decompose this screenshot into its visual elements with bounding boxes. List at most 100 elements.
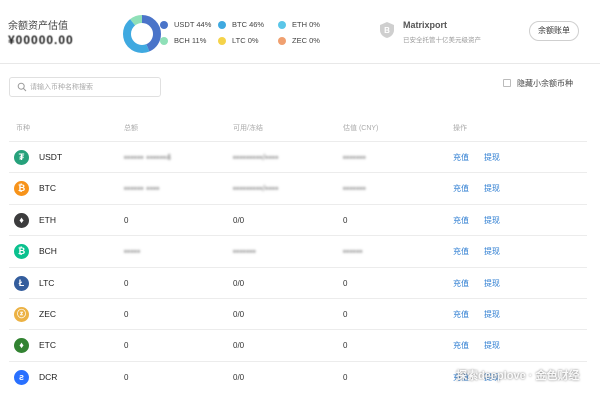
coin-name: ETH <box>39 214 56 225</box>
search-icon <box>17 82 27 92</box>
legend-dot <box>218 20 226 29</box>
legend-dot <box>160 36 168 45</box>
coin-glyph: ₿ <box>17 183 26 194</box>
total-value: 0 <box>124 372 129 382</box>
withdraw-link[interactable]: 提现 <box>484 340 500 351</box>
withdraw-link[interactable]: 提现 <box>484 246 500 257</box>
column-header-total: 总额 <box>124 125 138 132</box>
legend-item-btc: BTC 46% <box>218 20 264 29</box>
valuation-value: 0 <box>343 310 348 319</box>
legend-dot <box>278 36 286 45</box>
balance-value: ¥00000.00 <box>8 33 74 47</box>
withdraw-link[interactable]: 提现 <box>484 183 500 194</box>
coin-name: BCH <box>39 246 57 257</box>
custodian-name: Matrixport <box>403 20 448 30</box>
valuation-value: 0 <box>343 341 348 351</box>
decred-icon: ƨ <box>14 369 29 385</box>
coin-glyph: ⓩ <box>16 309 26 319</box>
zcash-icon: ⓩ <box>14 307 29 322</box>
withdraw-link[interactable]: 提现 <box>484 152 500 163</box>
allocation-donut-chart <box>123 15 161 53</box>
litecoin-icon: Ł <box>14 275 29 291</box>
column-header-action: 操作 <box>453 125 467 132</box>
deposit-link[interactable]: 充值 <box>453 340 469 351</box>
header-divider <box>0 63 600 64</box>
column-header-available-frozen: 可用/冻结 <box>233 125 263 132</box>
matrixport-shield-icon: B <box>380 22 394 38</box>
hide-small-balance-checkbox[interactable] <box>503 79 511 87</box>
coin-name: ZEC <box>39 309 56 319</box>
coin-glyph: ƨ <box>18 371 24 382</box>
available-frozen-value: •••••••••/•••• <box>233 184 279 194</box>
legend-item-usdt: USDT 44% <box>160 20 211 29</box>
total-value: 0 <box>124 341 129 351</box>
withdraw-link[interactable]: 提现 <box>484 309 500 320</box>
coin-glyph: ♦ <box>19 214 24 225</box>
valuation-value: ••••••• <box>343 153 367 162</box>
ethereum-classic-icon: ♦ <box>14 338 29 354</box>
deposit-link[interactable]: 充值 <box>453 278 469 289</box>
coin-name: BTC <box>39 183 56 194</box>
legend-item-eth: ETH 0% <box>278 20 320 29</box>
column-header-coin: 币种 <box>16 125 30 132</box>
watermark: 探索deeplove · 金色财经 <box>456 370 580 382</box>
deposit-link[interactable]: 充值 <box>453 183 469 194</box>
total-value: 0 <box>124 215 129 225</box>
tether-icon: ₮ <box>14 150 29 165</box>
table-row: ₿ BCH ••••• ••••••• •••••• 充值 提现 <box>9 235 587 266</box>
coin-glyph: ₮ <box>18 152 25 162</box>
bitcoin-icon: ₿ <box>14 181 29 197</box>
legend-label: LTC 0% <box>232 36 259 45</box>
legend-dot <box>160 20 168 29</box>
legend-dot <box>218 36 226 45</box>
ethereum-icon: ♦ <box>14 212 29 228</box>
available-frozen-value: 0/0 <box>233 372 245 382</box>
valuation-value: •••••• <box>343 247 363 257</box>
coin-glyph: Ł <box>18 277 25 288</box>
table-row: ₮ USDT •••••• ••••••4 •••••••••/•••• •••••••… <box>9 141 587 172</box>
custodian-description: 已安全托管十亿美元级资产 <box>403 37 481 44</box>
coin-search-input[interactable] <box>30 80 156 94</box>
valuation-value: 0 <box>343 278 348 288</box>
legend-item-bch: BCH 11% <box>160 36 206 45</box>
available-frozen-value: 0/0 <box>233 341 245 351</box>
hide-small-balance-toggle[interactable]: 隐藏小余额币种 <box>503 77 573 89</box>
deposit-link[interactable]: 充值 <box>453 246 469 257</box>
available-frozen-value: 0/0 <box>233 310 245 319</box>
available-frozen-value: ••••••• <box>233 247 257 257</box>
total-value: 0 <box>124 310 129 319</box>
svg-text:B: B <box>384 26 390 35</box>
legend-item-ltc: LTC 0% <box>218 36 259 45</box>
deposit-link[interactable]: 充值 <box>453 152 469 163</box>
available-frozen-value: •••••••••/•••• <box>233 153 279 162</box>
coin-glyph: ♦ <box>19 340 24 351</box>
total-value: •••••• •••• <box>124 184 160 194</box>
deposit-link[interactable]: 充值 <box>453 309 469 320</box>
total-value: ••••• <box>124 247 141 257</box>
valuation-value: 0 <box>343 215 348 225</box>
bitcoin-cash-icon: ₿ <box>14 244 29 260</box>
column-header-valuation: 估值 (CNY) <box>343 125 379 132</box>
valuation-value: ••••••• <box>343 184 367 194</box>
available-frozen-value: 0/0 <box>233 278 245 288</box>
coin-name: USDT <box>39 152 63 162</box>
total-value: 0 <box>124 278 129 288</box>
withdraw-link[interactable]: 提现 <box>484 278 500 289</box>
legend-label: ETH 0% <box>292 20 320 29</box>
legend-label: ZEC 0% <box>292 36 320 45</box>
valuation-value: 0 <box>343 372 348 382</box>
balance-label: 余额资产估值 <box>8 21 68 32</box>
table-row: ₿ BTC •••••• •••• •••••••••/•••• ••••••• 充值 提现 <box>9 172 587 203</box>
withdraw-link[interactable]: 提现 <box>484 215 500 226</box>
coin-glyph: ₿ <box>17 246 26 257</box>
coin-search-box[interactable] <box>9 77 161 97</box>
legend-item-zec: ZEC 0% <box>278 36 320 45</box>
balance-ledger-button[interactable]: 余额账单 <box>529 21 579 41</box>
coin-name: DCR <box>39 371 58 382</box>
coin-name: ETC <box>39 340 56 351</box>
balance-header: 余额资产估值 ¥00000.00 USDT 44% BTC 46% ETH 0% BC… <box>0 0 600 64</box>
legend-label: USDT 44% <box>174 20 212 29</box>
table-row: ⓩ ZEC 0 0/0 0 充值 提现 <box>9 298 587 329</box>
deposit-link[interactable]: 充值 <box>453 215 469 226</box>
allocation-legend: USDT 44% BTC 46% ETH 0% BCH 11% LTC 0% ZEC 0% <box>160 20 340 50</box>
